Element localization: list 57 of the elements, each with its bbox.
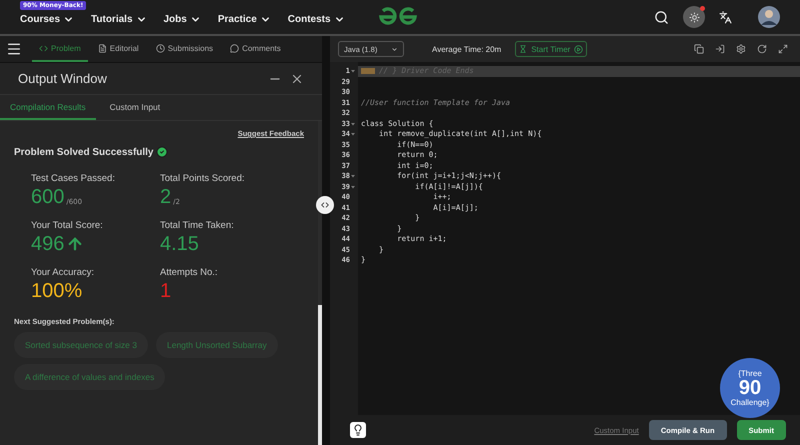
- double-chevron-icon: [320, 200, 330, 210]
- nav-menu[interactable]: Tutorials: [91, 14, 146, 24]
- settings-icon[interactable]: [736, 44, 746, 54]
- badge-text: Challenge}: [730, 398, 770, 407]
- output-tab[interactable]: Compilation Results: [0, 95, 96, 120]
- fullscreen-icon[interactable]: [778, 44, 788, 54]
- code-icon: [39, 44, 48, 52]
- panel-title: Output Window: [18, 71, 108, 86]
- translate-icon[interactable]: [719, 10, 732, 24]
- chat-bubble-icon: [230, 44, 240, 52]
- stat-label: Your Accuracy:: [31, 267, 96, 278]
- fold-icon[interactable]: [351, 184, 355, 189]
- nav-menu[interactable]: Jobs: [164, 14, 201, 24]
- stat-value: 4.15: [160, 233, 199, 256]
- avatar[interactable]: [758, 6, 780, 28]
- fold-marker[interactable]: [361, 68, 375, 74]
- nav-menu[interactable]: Practice: [218, 14, 271, 24]
- fold-icon[interactable]: [351, 122, 355, 126]
- lightbulb-icon: [352, 424, 364, 436]
- theme-toggle[interactable]: [683, 6, 705, 28]
- search-icon[interactable]: [654, 10, 669, 24]
- stat-value: 600: [31, 186, 64, 209]
- badge-text: {Three: [738, 369, 762, 378]
- problem-tab[interactable]: Editorial: [90, 36, 146, 62]
- check-icon: [156, 146, 168, 158]
- copy-icon[interactable]: [694, 44, 704, 54]
- problem-tab[interactable]: Comments: [223, 36, 288, 62]
- play-icon: [574, 44, 584, 54]
- problem-tab[interactable]: Submissions: [148, 36, 220, 62]
- logo-icon: [378, 7, 418, 27]
- stat-label: Test Cases Passed:: [31, 173, 116, 184]
- chevron-icon: [391, 46, 398, 52]
- stat-value: 1: [160, 280, 172, 303]
- stat-label: Your Total Score:: [31, 220, 104, 231]
- nav-menu[interactable]: Courses: [20, 14, 74, 24]
- hourglass-icon: [519, 45, 528, 53]
- stat-label: Total Time Taken:: [160, 220, 235, 231]
- fold-icon[interactable]: [351, 132, 355, 136]
- badge-number: 90: [738, 378, 762, 398]
- start-timer-button[interactable]: Start Timer: [515, 41, 588, 57]
- output-tab[interactable]: Custom Input: [100, 95, 170, 120]
- average-time: Average Time: 20m: [432, 44, 502, 54]
- status-text: Problem Solved Successfully: [14, 146, 154, 158]
- stat-value: 496: [31, 233, 64, 256]
- hint-button[interactable]: [350, 422, 366, 438]
- import-icon[interactable]: [715, 44, 725, 54]
- stat-value: 2: [160, 186, 172, 209]
- document-icon: [98, 44, 107, 52]
- nav-menu[interactable]: Contests: [288, 14, 345, 24]
- fold-icon[interactable]: [351, 174, 355, 178]
- reset-icon[interactable]: [757, 44, 767, 54]
- sun-icon: [688, 12, 700, 22]
- stat-value: 100%: [31, 280, 82, 303]
- stat-label: Total Points Scored:: [160, 173, 246, 184]
- stat-label: Attempts No.:: [160, 267, 219, 278]
- clock-icon: [156, 44, 165, 52]
- fold-icon[interactable]: [351, 69, 355, 74]
